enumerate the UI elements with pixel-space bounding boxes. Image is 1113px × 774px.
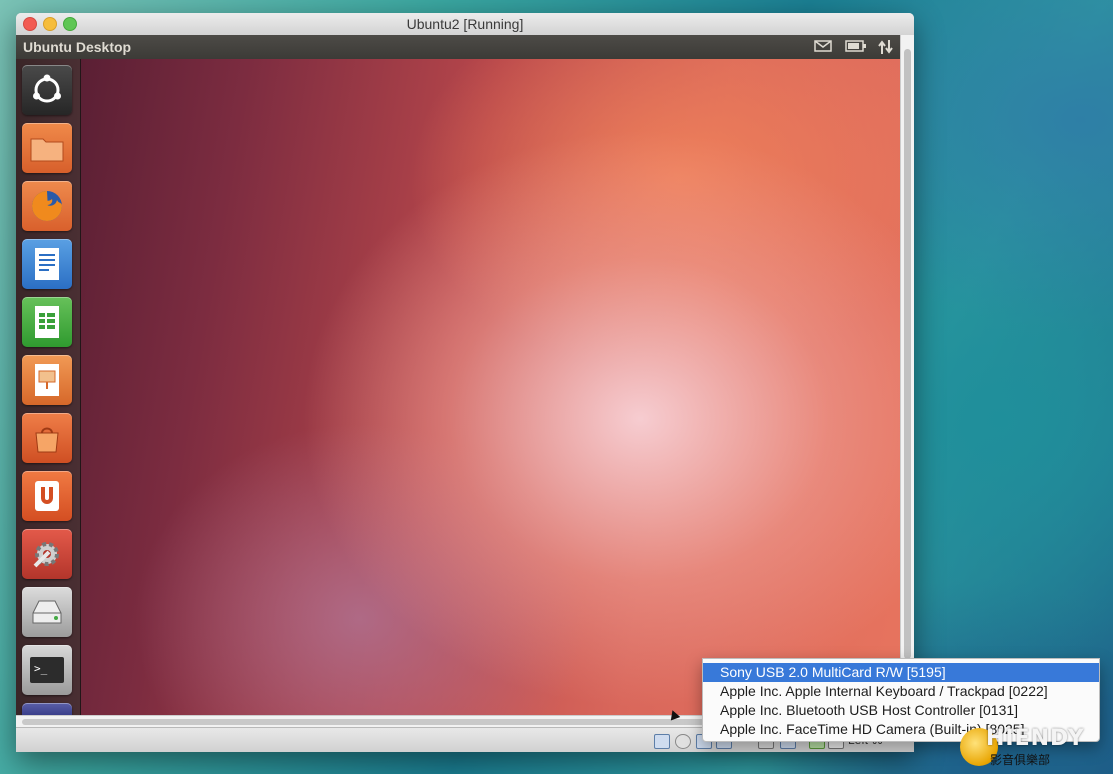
system-settings-launcher[interactable] — [22, 529, 72, 579]
shopping-bag-icon — [22, 413, 72, 463]
ubuntu-one-icon — [22, 471, 72, 521]
terminal-launcher[interactable]: >_ — [22, 645, 72, 695]
ubuntu-desktop[interactable] — [80, 59, 900, 715]
dash-button[interactable] — [22, 65, 72, 115]
writer-launcher[interactable] — [22, 239, 72, 289]
usb-menu-item[interactable]: Apple Inc. Bluetooth USB Host Controller… — [703, 701, 1099, 720]
ubuntu-top-panel: Ubuntu Desktop — [16, 35, 900, 59]
unity-launcher: >_ — [16, 59, 81, 715]
firefox-launcher[interactable] — [22, 181, 72, 231]
watermark-subtext: 影音俱樂部 — [990, 753, 1051, 767]
svg-text:>_: >_ — [34, 662, 48, 675]
disks-launcher[interactable] — [22, 587, 72, 637]
window-titlebar[interactable]: Ubuntu2 [Running] — [16, 13, 914, 36]
harddisk-status-icon[interactable] — [654, 734, 670, 749]
calc-icon — [22, 297, 72, 347]
impress-icon — [22, 355, 72, 405]
launcher-item-partial[interactable] — [22, 703, 72, 715]
disk-icon — [22, 587, 72, 637]
firefox-icon — [22, 181, 72, 231]
window-title: Ubuntu2 [Running] — [406, 16, 524, 32]
panel-title: Ubuntu Desktop — [23, 39, 132, 55]
ubuntu-one-launcher[interactable] — [22, 471, 72, 521]
virtualbox-window: Ubuntu2 [Running] Ubuntu Desktop >_ — [16, 13, 914, 752]
terminal-icon: >_ — [22, 645, 72, 695]
writer-icon — [22, 239, 72, 289]
watermark-text: HIENDY — [986, 726, 1085, 751]
calc-launcher[interactable] — [22, 297, 72, 347]
vertical-scroll-thumb[interactable] — [904, 49, 911, 659]
software-center-launcher[interactable] — [22, 413, 72, 463]
optical-drive-status-icon[interactable] — [675, 734, 691, 749]
vertical-scrollbar[interactable] — [900, 35, 914, 715]
network-icon[interactable] — [878, 39, 894, 58]
ubuntu-logo-icon — [22, 65, 72, 115]
folder-icon — [22, 123, 72, 173]
settings-icon — [22, 529, 72, 579]
battery-icon[interactable] — [845, 39, 867, 56]
impress-launcher[interactable] — [22, 355, 72, 405]
usb-menu-item[interactable]: Sony USB 2.0 MultiCard R/W [5195] — [703, 663, 1099, 682]
mail-icon[interactable] — [814, 39, 832, 56]
usb-menu-item[interactable]: Apple Inc. Apple Internal Keyboard / Tra… — [703, 682, 1099, 701]
watermark-logo: HIENDY 影音俱樂部 — [960, 726, 1110, 770]
files-launcher[interactable] — [22, 123, 72, 173]
